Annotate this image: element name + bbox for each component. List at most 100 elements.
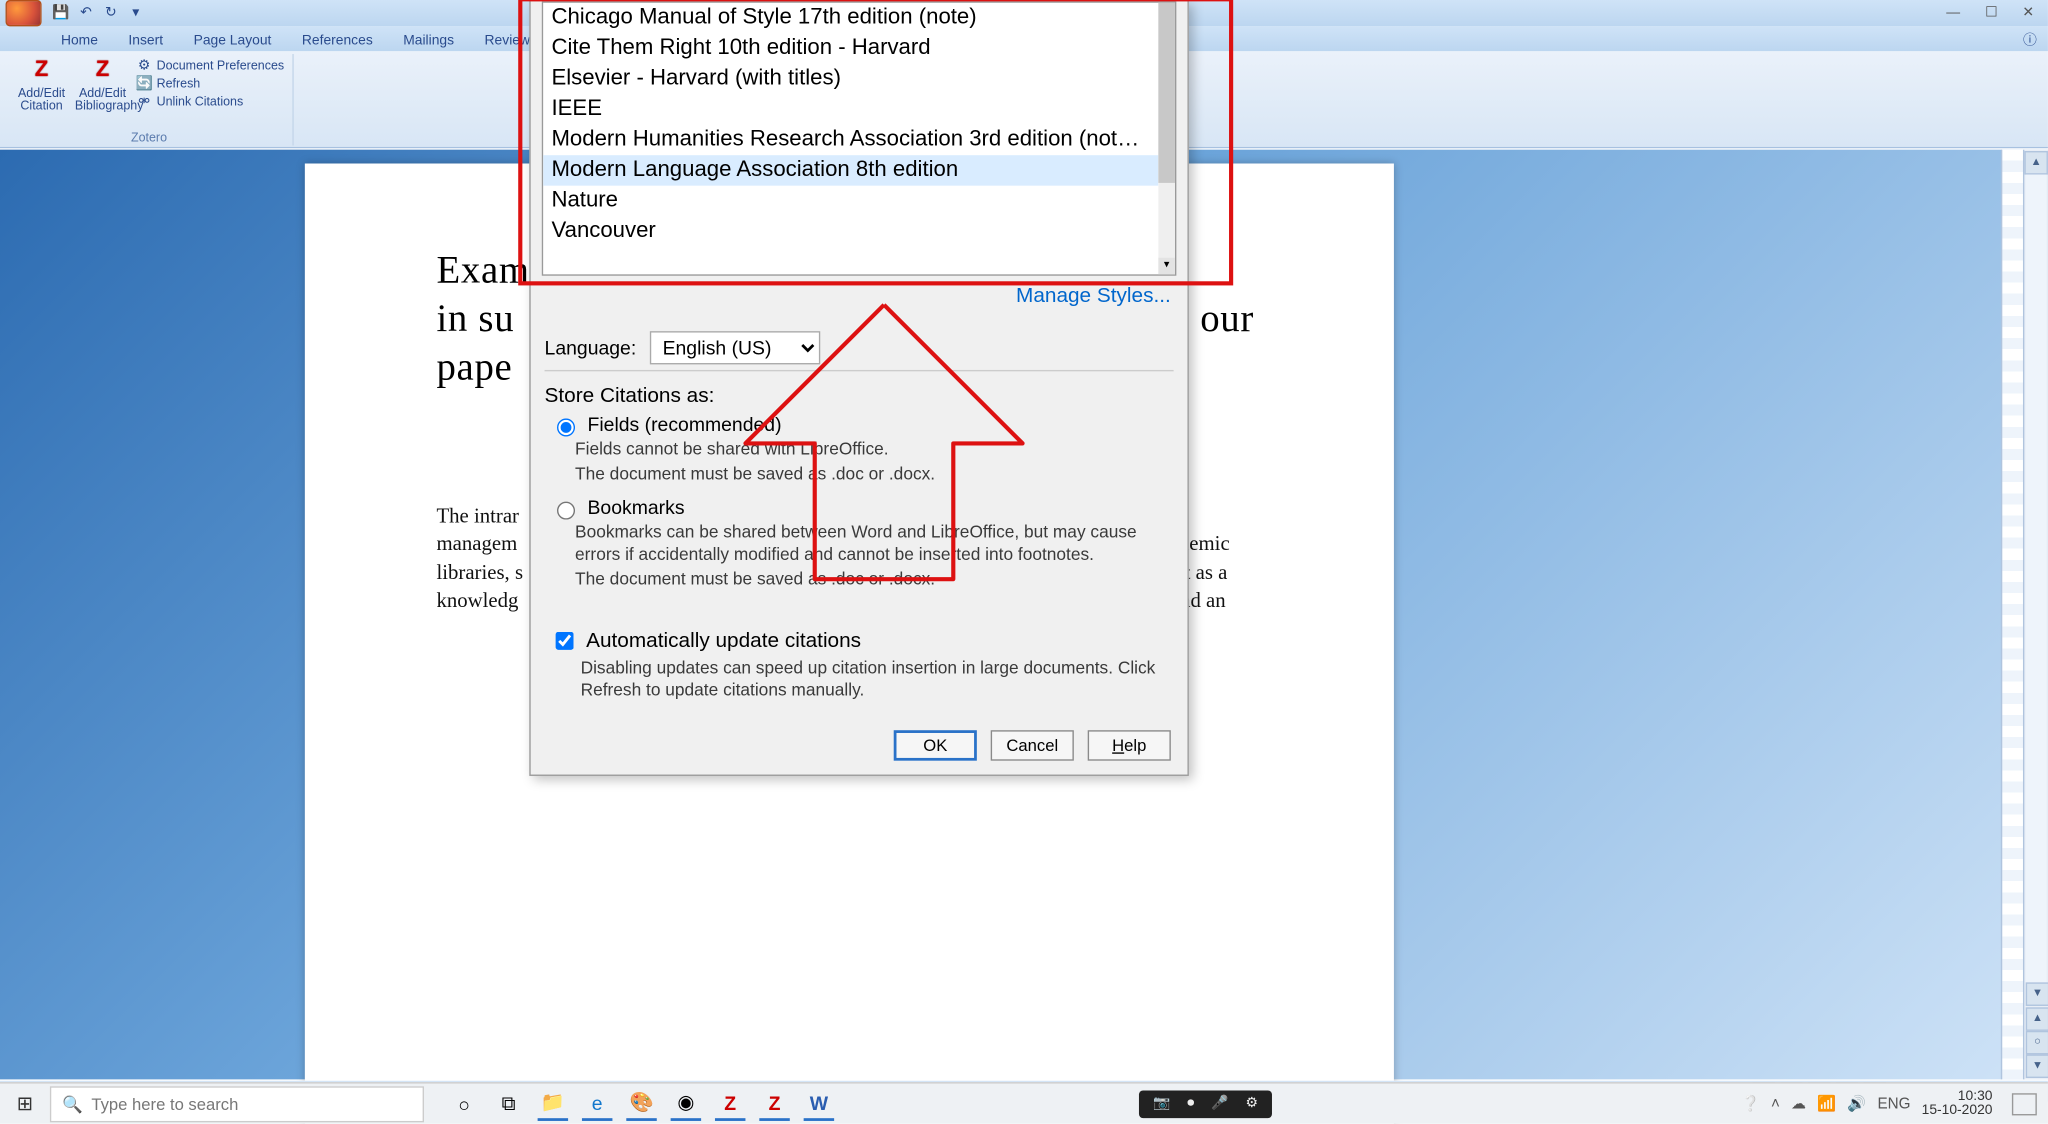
fields-desc-2: The document must be saved as .doc or .d… <box>575 464 1174 486</box>
scrollbar-thumb[interactable] <box>1158 3 1175 183</box>
body-1a: The intrar <box>436 506 519 528</box>
onedrive-icon[interactable]: ☁ <box>1791 1095 1806 1113</box>
tab-home[interactable]: Home <box>55 30 103 51</box>
heading-line-1: Exam <box>436 249 529 292</box>
bookmarks-desc-2: The document must be saved as .doc or .d… <box>575 569 1174 591</box>
minimize-button[interactable]: — <box>1946 6 1960 21</box>
qat-more-icon[interactable]: ▾ <box>127 5 144 22</box>
close-button[interactable]: ✕ <box>2022 6 2034 21</box>
vertical-scrollbar[interactable]: ▲ ▼ ▲ ○ ▼ <box>2023 150 2048 1080</box>
scroll-up-icon[interactable]: ▲ <box>2024 151 2048 175</box>
word-icon[interactable]: W <box>804 1087 834 1120</box>
action-center-icon[interactable] <box>2012 1093 2037 1115</box>
taskbar: ⊞ 🔍 Type here to search ○ ⧉ 📁 e 🎨 ◉ Z Z … <box>0 1082 2048 1124</box>
chrome-icon[interactable]: ◉ <box>671 1087 701 1120</box>
camera-icon[interactable]: 📷 <box>1153 1096 1170 1111</box>
refresh-button[interactable]: 🔄 Refresh <box>136 75 284 92</box>
cortana-icon[interactable]: ○ <box>449 1088 479 1118</box>
paint-icon[interactable]: 🎨 <box>626 1087 656 1120</box>
save-icon[interactable]: 💾 <box>53 5 70 22</box>
zotero-connector-icon[interactable]: Z <box>759 1087 789 1120</box>
citation-style-option[interactable]: Chicago Manual of Style 17th edition (no… <box>543 3 1158 33</box>
citation-style-option[interactable]: Modern Language Association 8th edition <box>543 155 1158 185</box>
chevron-down-icon[interactable]: ▾ <box>1158 258 1175 275</box>
auto-update-section: Automatically update citations Disabling… <box>545 628 1174 702</box>
taskbar-clock[interactable]: 10:30 15-10-2020 <box>1922 1090 1993 1118</box>
ribbon-group-label: Zotero <box>14 130 284 145</box>
help-tray-icon[interactable]: ❔ <box>1741 1095 1760 1113</box>
manage-styles-link[interactable]: Manage Styles... <box>1016 284 1171 308</box>
vertical-ruler <box>2001 150 2025 1080</box>
citation-style-option[interactable]: Nature <box>543 186 1158 216</box>
body-3b: t as a <box>1185 562 1228 584</box>
citation-style-option[interactable]: IEEE <box>543 94 1158 124</box>
refresh-label: Refresh <box>157 76 201 90</box>
body-2a: managem <box>436 534 517 556</box>
search-icon: 🔍 <box>62 1094 83 1113</box>
language-select[interactable]: English (US) <box>650 331 820 364</box>
refresh-icon: 🔄 <box>136 75 153 92</box>
heading-line-3: pape <box>436 346 512 389</box>
zotero-icon[interactable]: Z <box>715 1087 745 1120</box>
ok-button[interactable]: OK <box>894 730 977 760</box>
citation-style-option[interactable]: Modern Humanities Research Association 3… <box>543 125 1158 155</box>
style-list-scrollbar[interactable]: ▾ <box>1158 3 1175 275</box>
start-button[interactable]: ⊞ <box>0 1083 50 1124</box>
file-explorer-icon[interactable]: 📁 <box>538 1087 568 1120</box>
quick-access-toolbar: 💾 ↶ ↻ ▾ <box>53 5 144 22</box>
citation-style-option[interactable]: Cite Them Right 10th edition - Harvard <box>543 33 1158 63</box>
document-preferences-label: Document Preferences <box>157 58 285 72</box>
document-preferences-button[interactable]: ⚙ Document Preferences <box>136 57 284 74</box>
bibliography-icon: Z <box>85 55 121 85</box>
input-language[interactable]: ENG <box>1877 1095 1910 1112</box>
edge-icon[interactable]: e <box>582 1087 612 1120</box>
language-row: Language: English (US) <box>545 331 1174 364</box>
task-view-icon[interactable]: ⧉ <box>493 1088 523 1118</box>
unlink-icon: ⚮ <box>136 93 153 110</box>
settings-icon[interactable]: ⚙ <box>1246 1096 1258 1111</box>
add-edit-citation-button[interactable]: Z Add/Edit Citation <box>14 54 69 113</box>
network-icon[interactable]: 📶 <box>1817 1095 1836 1113</box>
browse-object-icon[interactable]: ○ <box>2026 1031 2048 1055</box>
taskbar-search[interactable]: 🔍 Type here to search <box>50 1086 424 1122</box>
bookmarks-radio[interactable] <box>557 502 575 520</box>
record-icon[interactable]: ⏺ <box>1187 1096 1194 1111</box>
undo-icon[interactable]: ↶ <box>78 5 95 22</box>
cancel-button[interactable]: Cancel <box>991 730 1074 760</box>
scroll-down-icon[interactable]: ▼ <box>2026 982 2048 1006</box>
bookmarks-desc-1: Bookmarks can be shared between Word and… <box>575 523 1174 566</box>
citation-style-option[interactable]: Vancouver <box>543 216 1158 246</box>
tab-references[interactable]: References <box>296 30 378 51</box>
body-3a: libraries, s <box>436 562 523 584</box>
chevron-up-icon[interactable]: ˄ <box>1771 1095 1780 1112</box>
office-button[interactable] <box>6 0 42 26</box>
maximize-button[interactable]: ☐ <box>1985 6 1997 21</box>
auto-update-checkbox[interactable] <box>556 632 574 650</box>
ribbon-help-icon[interactable]: ⓘ <box>2023 28 2037 52</box>
citation-style-list[interactable]: Chicago Manual of Style 17th edition (no… <box>542 1 1177 275</box>
next-page-icon[interactable]: ▼ <box>2026 1054 2048 1078</box>
clock-time: 10:30 <box>1922 1090 1993 1104</box>
volume-icon[interactable]: 🔊 <box>1847 1095 1866 1113</box>
mic-icon[interactable]: 🎤 <box>1211 1096 1228 1111</box>
prev-page-icon[interactable]: ▲ <box>2026 1007 2048 1031</box>
add-edit-bibliography-button[interactable]: Z Add/Edit Bibliography <box>75 54 130 113</box>
fields-desc-1: Fields cannot be shared with LibreOffice… <box>575 439 1174 461</box>
heading-line-2b: our <box>1200 298 1254 341</box>
game-bar-widget[interactable]: 📷 ⏺ 🎤 ⚙ <box>1139 1090 1272 1118</box>
add-edit-citation-label: Add/Edit Citation <box>14 87 69 113</box>
tab-review[interactable]: Review <box>479 30 536 51</box>
citation-style-option[interactable]: Elsevier - Harvard (with titles) <box>543 64 1158 94</box>
unlink-citations-button[interactable]: ⚮ Unlink Citations <box>136 93 284 110</box>
help-button[interactable]: Help <box>1088 730 1171 760</box>
store-citations-section: Store Citations as: Fields (recommended)… <box>545 384 1174 602</box>
tab-page-layout[interactable]: Page Layout <box>188 30 277 51</box>
fields-radio[interactable] <box>557 418 575 436</box>
bookmarks-label: Bookmarks <box>587 496 684 518</box>
tab-mailings[interactable]: Mailings <box>398 30 460 51</box>
system-tray: ❔ ˄ ☁ 📶 🔊 ENG 10:30 15-10-2020 <box>1741 1090 2048 1118</box>
redo-icon[interactable]: ↻ <box>103 5 120 22</box>
scroll-track[interactable] <box>2026 175 2047 983</box>
search-placeholder: Type here to search <box>91 1094 238 1113</box>
tab-insert[interactable]: Insert <box>123 30 169 51</box>
